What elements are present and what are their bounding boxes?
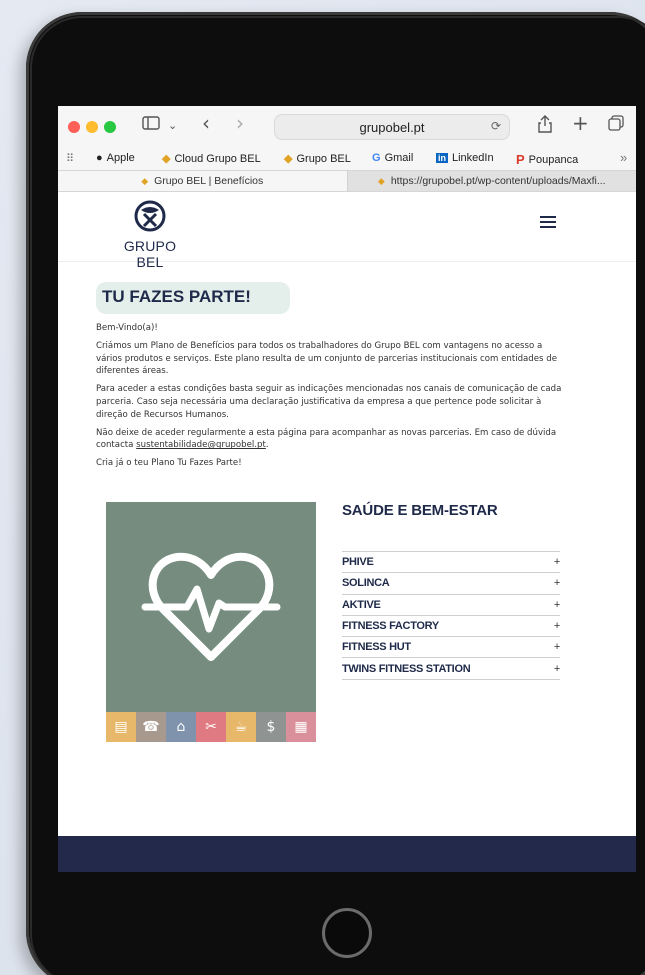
home-icon[interactable]: ⌂ [166, 712, 196, 742]
partner-name: FITNESS FACTORY [342, 620, 439, 633]
accordion-item-fitness-hut[interactable]: FITNESS HUT + [342, 637, 560, 659]
email-link[interactable]: sustentabilidade@grupobel.pt [136, 440, 266, 450]
accordion-item-aktive[interactable]: AKTIVE + [342, 595, 560, 616]
translate-reload-icons[interactable]: ⟳ [491, 119, 501, 133]
section-title: SAÚDE E BEM-ESTAR [342, 502, 498, 519]
phone-icon[interactable]: ☎ [136, 712, 166, 742]
expand-icon[interactable]: + [554, 556, 560, 568]
site-logo[interactable]: GRUPO BEL [110, 200, 190, 270]
back-icon[interactable]: ‹ [202, 111, 210, 135]
address-bar[interactable]: grupobel.pt ⟳ [274, 114, 510, 140]
grupo-bel-favicon-icon: ◆ [377, 175, 385, 186]
expand-icon[interactable]: + [554, 620, 560, 632]
sidebar-icon[interactable] [142, 115, 160, 134]
partner-name: AKTIVE [342, 598, 381, 611]
accordion-item-phive[interactable]: PHIVE + [342, 552, 560, 574]
expand-icon[interactable]: + [554, 599, 560, 611]
poupanca-icon: P [516, 152, 525, 167]
grupo-bel-favicon-icon: ◆ [141, 175, 149, 186]
food-icon[interactable]: ☕ [226, 712, 256, 742]
health-category-card: ▤ ☎ ⌂ ✂ ☕ $ ▦ [106, 502, 316, 742]
accordion-item-fitness-factory[interactable]: FITNESS FACTORY + [342, 616, 560, 638]
chevron-down-icon[interactable]: ⌄ [168, 119, 177, 132]
grupo-bel-favicon-icon: ◆ [162, 153, 171, 165]
browser-toolbar: ⌄ ‹ › grupobel.pt ⟳ + [58, 106, 636, 148]
expand-icon[interactable]: + [554, 663, 560, 675]
intro-text: Bem-Vindo(a)! Criámos um Plano de Benefí… [96, 322, 564, 470]
bookmarks-bar: ⠿ ● Apple ◆ Cloud Grupo BEL ◆ Grupo BEL … [58, 148, 636, 170]
linkedin-icon: in [436, 153, 448, 163]
category-icon-strip: ▤ ☎ ⌂ ✂ ☕ $ ▦ [106, 712, 316, 742]
partner-name: FITNESS HUT [342, 641, 411, 654]
partner-name: PHIVE [342, 556, 374, 569]
partners-accordion: PHIVE + SOLINCA + AKTIVE + FITNESS FACTO… [342, 551, 560, 680]
tab-title: https://grupobel.pt/wp-content/uploads/M… [390, 175, 606, 187]
tools-icon[interactable]: ✂ [196, 712, 226, 742]
expand-icon[interactable]: + [554, 577, 560, 589]
page-title: TU FAZES PARTE! [96, 282, 290, 314]
partner-name: TWINS FITNESS STATION [342, 662, 471, 675]
accordion-item-twins-fitness-station[interactable]: TWINS FITNESS STATION + [342, 658, 560, 680]
intro-paragraph: Não deixe de aceder regularmente a esta … [96, 427, 564, 453]
site-footer [58, 836, 636, 872]
tab-pdf-upload[interactable]: ◆ https://grupobel.pt/wp-content/uploads… [347, 171, 636, 191]
menu-icon[interactable] [540, 216, 556, 231]
heart-rate-icon [106, 502, 316, 712]
grupo-bel-logo-icon [134, 200, 166, 232]
partner-name: SOLINCA [342, 577, 390, 590]
expand-icon[interactable]: + [554, 641, 560, 653]
close-window-button[interactable] [68, 121, 80, 133]
browser-window: ⌄ ‹ › grupobel.pt ⟳ + ⠿ ● Apple ◆ Cloud … [58, 106, 636, 872]
intro-paragraph: Para aceder a estas condições basta segu… [96, 384, 562, 420]
page-content: TU FAZES PARTE! Bem-Vindo(a)! Criámos um… [58, 262, 636, 742]
bookmark-apple[interactable]: ● Apple [96, 152, 135, 164]
bookmark-label: Gmail [384, 152, 414, 164]
share-icon[interactable] [538, 115, 552, 137]
intro-text-span: . [265, 440, 269, 451]
home-button[interactable] [322, 908, 372, 958]
greeting: Bem-Vindo(a)! [96, 323, 158, 333]
bookmark-linkedin[interactable]: in LinkedIn [436, 152, 494, 164]
tab-bar: ◆ Grupo BEL | Benefícios ◆ https://grupo… [58, 170, 636, 192]
bookmark-gmail[interactable]: G Gmail [372, 152, 413, 164]
tab-title: Grupo BEL | Benefícios [154, 175, 264, 187]
map-icon[interactable]: ▦ [286, 712, 316, 742]
bookmark-label: LinkedIn [452, 152, 494, 164]
window-controls [68, 121, 116, 133]
health-section: SAÚDE E BEM-ESTAR PHIVE + SOLINCA + AKTI… [342, 502, 560, 680]
minimize-window-button[interactable] [86, 121, 98, 133]
bookmark-poupanca[interactable]: P Poupanca [516, 152, 578, 167]
apple-icon: ● [96, 152, 103, 164]
bookmark-label: Cloud Grupo BEL [174, 152, 261, 165]
grupo-bel-favicon-icon: ◆ [284, 153, 293, 165]
site-header: GRUPO BEL [58, 192, 636, 270]
apps-grid-icon[interactable]: ⠿ [66, 152, 74, 165]
bookmark-grupo-bel[interactable]: ◆ Grupo BEL [284, 152, 351, 166]
url-text: grupobel.pt [359, 119, 425, 135]
bookmark-label: Grupo BEL [296, 152, 351, 165]
bookmark-label: Apple [106, 152, 135, 164]
google-icon: G [372, 152, 381, 164]
zoom-window-button[interactable] [104, 121, 116, 133]
tab-grupo-bel-beneficios[interactable]: ◆ Grupo BEL | Benefícios [58, 171, 348, 191]
more-bookmarks-icon[interactable]: » [620, 150, 627, 165]
intro-paragraph: Cria já o teu Plano Tu Fazes Parte! [96, 458, 242, 469]
tab-overview-icon[interactable] [608, 115, 624, 135]
bookmark-label: Poupanca [528, 153, 579, 166]
intro-paragraph: Criámos um Plano de Benefícios para todo… [96, 340, 557, 377]
new-tab-icon[interactable]: + [572, 111, 589, 135]
savings-icon[interactable]: $ [256, 712, 286, 742]
bookmark-cloud-grupo-bel[interactable]: ◆ Cloud Grupo BEL [162, 152, 261, 166]
forward-icon[interactable]: › [236, 111, 244, 135]
accordion-item-solinca[interactable]: SOLINCA + [342, 573, 560, 595]
book-icon[interactable]: ▤ [106, 712, 136, 742]
